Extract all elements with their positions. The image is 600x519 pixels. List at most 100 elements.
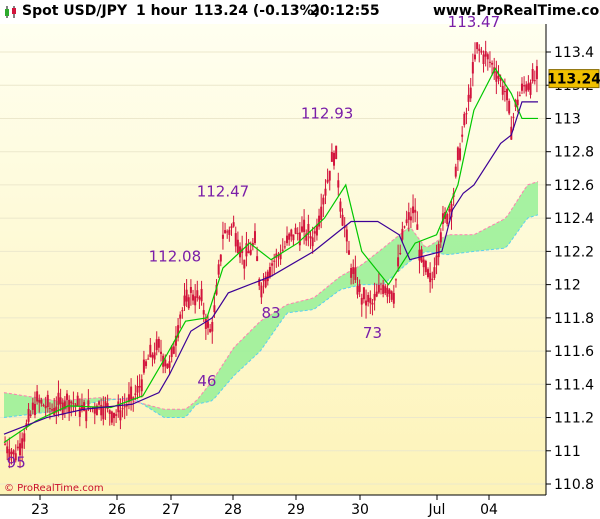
candle-body [262, 280, 265, 282]
candle-body [488, 61, 491, 63]
candle-body [347, 250, 350, 255]
candle-body [484, 51, 487, 57]
candle-body [213, 305, 216, 313]
candle-body [480, 50, 483, 53]
candle-body [431, 278, 434, 280]
candle-body [98, 401, 101, 405]
candle-body [140, 379, 143, 392]
candle-body [44, 405, 47, 409]
candle-body [256, 256, 259, 262]
candle-body [358, 284, 361, 292]
candle-body [76, 395, 79, 407]
candle-body [189, 286, 192, 293]
candle-body [271, 263, 274, 266]
candle-body [495, 71, 498, 82]
candle-body [147, 358, 150, 360]
price-annotation: 73 [363, 324, 382, 342]
candle-body [426, 269, 429, 278]
candle-body [373, 293, 376, 301]
candle-body [367, 294, 370, 302]
candle-body [333, 152, 336, 166]
candle-body [469, 87, 472, 99]
candle-body [403, 226, 406, 228]
candle-body [416, 224, 419, 230]
candle-body [87, 400, 90, 410]
price-tick-label: 113.4 [554, 45, 594, 61]
candle-body [155, 339, 158, 351]
candle-body [388, 289, 391, 294]
candle-body [4, 443, 7, 445]
candle-body [268, 267, 271, 278]
candle-body [68, 400, 71, 414]
candle-body [224, 230, 227, 234]
candle-body [164, 359, 167, 367]
candle-body [356, 285, 359, 295]
candle-body [486, 54, 489, 60]
candle-body [36, 391, 39, 402]
candle-body [29, 414, 32, 416]
time-tick-label: 23 [31, 502, 49, 518]
candle-body [153, 352, 156, 360]
candle-body [119, 410, 122, 421]
candle-body [414, 209, 417, 213]
candle-body [529, 82, 532, 95]
candle-body [230, 226, 233, 229]
candle-body [303, 219, 306, 233]
candle-body [288, 233, 291, 240]
candle-body [234, 233, 237, 247]
time-tick-label: Jul [428, 502, 446, 518]
time-axis: 23 26 27 28 29 30 Jul 04 [31, 495, 498, 518]
candle-body [467, 94, 470, 102]
candle-body [40, 399, 43, 404]
candle-body [31, 402, 34, 410]
price-axis: 113.4113.2113112.8112.6112.4112.2112111.… [546, 45, 594, 493]
candle-body [375, 291, 378, 297]
candle-body [350, 268, 353, 278]
candle-body [518, 95, 521, 97]
candle-body [16, 446, 19, 449]
last-price-marker: 113.24 [547, 69, 600, 89]
price-tick-label: 112 [554, 278, 581, 294]
price-tick-label: 112.2 [554, 244, 594, 260]
candle-body [266, 271, 269, 282]
candle-body [59, 397, 62, 404]
candle-body [46, 394, 49, 408]
candle-body [294, 227, 297, 234]
plot-background [0, 24, 546, 495]
candle-body [311, 237, 314, 247]
candle-body [360, 297, 363, 305]
candle-body [168, 361, 171, 368]
candle-body [320, 206, 323, 220]
candle-body [418, 249, 421, 261]
candle-body [185, 289, 188, 302]
price-annotation: 112.47 [197, 183, 250, 201]
candle-body [523, 85, 526, 87]
candle-body [535, 66, 538, 80]
candle-body [281, 249, 284, 251]
candle-body [187, 297, 190, 309]
candle-body [525, 84, 528, 92]
candle-body [394, 279, 397, 281]
candle-body [424, 261, 427, 273]
candle-body [113, 412, 116, 419]
candle-body [439, 232, 442, 243]
candle-body [236, 239, 239, 253]
price-tick-label: 112.6 [554, 178, 594, 194]
price-tick-label: 111.2 [554, 411, 594, 427]
candle-body [151, 354, 154, 358]
candle-body [157, 338, 160, 348]
candle-body [123, 406, 126, 408]
candle-body [217, 264, 220, 275]
candle-body [335, 145, 338, 160]
candle-body [108, 410, 111, 414]
candle-body [506, 88, 509, 101]
candle-body [433, 267, 436, 278]
candle-body [211, 322, 214, 332]
candle-body [130, 386, 133, 400]
candle-body [72, 403, 75, 405]
candle-body [38, 399, 41, 403]
price-tick-label: 111.6 [554, 344, 594, 360]
candle-body [437, 243, 440, 258]
candle-body [181, 310, 184, 312]
candle-body [341, 214, 344, 226]
